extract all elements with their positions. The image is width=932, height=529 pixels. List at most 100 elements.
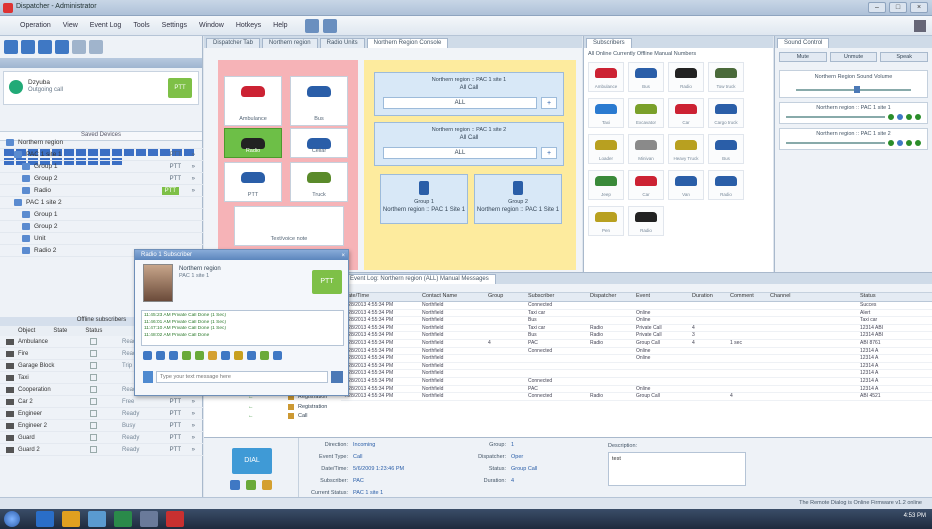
grid-icon[interactable] (323, 19, 337, 33)
ptt-button[interactable]: PTT (170, 423, 181, 429)
call-icon[interactable] (230, 480, 240, 490)
close-button[interactable]: × (910, 2, 928, 13)
subscriber-filters[interactable]: All Online Currently Offline Manual Numb… (584, 48, 773, 60)
expand-icon[interactable]: » (192, 435, 195, 441)
private-call-icon[interactable] (156, 351, 165, 360)
ptt-button[interactable]: PTT (170, 447, 181, 453)
subscriber-icon[interactable]: Bus (708, 134, 744, 164)
tree-ptt-button[interactable]: PTT (170, 176, 181, 182)
expand-icon[interactable]: » (192, 411, 195, 417)
expand-icon[interactable]: » (192, 188, 195, 194)
send-icon[interactable] (331, 371, 343, 383)
log-entry[interactable]: ← Call (204, 412, 341, 422)
call-select[interactable]: ALL (383, 147, 537, 159)
list-icon[interactable] (89, 40, 103, 54)
panel-toggle-icon[interactable] (914, 20, 926, 32)
subscriber-tile[interactable]: PTT (224, 162, 282, 202)
subscriber-icon[interactable]: Car (668, 98, 704, 128)
table-row[interactable]: 7/28/2013 4:55:34 PM Northfield PAC Online 1… (341, 386, 932, 394)
group-icon[interactable] (38, 40, 52, 54)
table-row[interactable]: 7/28/2013 4:55:34 PM Northfield Online 1231… (341, 355, 932, 363)
expand-icon[interactable]: » (192, 423, 195, 429)
headset-icon[interactable] (169, 351, 178, 360)
tab-1[interactable]: Northern region (261, 38, 318, 48)
ptt-button[interactable]: PTT (170, 399, 181, 405)
status-dot[interactable] (915, 139, 921, 146)
tree-item[interactable]: Unit (0, 233, 203, 245)
subscriber-icon[interactable]: Jeep (588, 170, 624, 200)
search-icon[interactable] (273, 351, 282, 360)
subscriber-icon[interactable]: Excavator (628, 98, 664, 128)
tree-item[interactable]: Group 1 (0, 209, 203, 221)
table-row[interactable]: 7/28/2013 4:55:34 PM Northfield Connected S… (341, 302, 932, 310)
folder-icon[interactable] (62, 511, 80, 527)
check-icon[interactable] (195, 351, 204, 360)
user-icon[interactable] (21, 40, 35, 54)
tree-ptt-button[interactable]: PTT (170, 164, 181, 170)
settings-icon[interactable] (247, 351, 256, 360)
subscriber-icon[interactable]: Tow truck (708, 62, 744, 92)
menu-item[interactable]: View (57, 16, 84, 36)
subscriber-icon[interactable]: Radio (628, 206, 664, 236)
table-row[interactable]: 7/28/2013 4:55:34 PM Northfield 4 PAC Radio G… (341, 340, 932, 348)
subscriber-tile[interactable]: Cellar (290, 128, 348, 158)
state-checkbox[interactable] (90, 374, 97, 381)
expand-icon[interactable]: » (192, 447, 195, 453)
list-item[interactable]: Engineer Ready PTT » (0, 408, 203, 420)
account-ptt-button[interactable]: PTT (168, 78, 192, 98)
sound-button[interactable]: Speak (880, 52, 929, 62)
dial-button[interactable]: DIAL (232, 448, 272, 474)
tree-item[interactable]: Group 1 PTT » (0, 161, 203, 173)
message-input[interactable] (156, 371, 328, 383)
tree-item[interactable]: Group 2 PTT » (0, 173, 203, 185)
list-item[interactable]: Engineer 2 Busy PTT » (0, 420, 203, 432)
subscriber-icon[interactable]: Car (628, 170, 664, 200)
app-icon[interactable] (114, 511, 132, 527)
volume-track[interactable] (786, 115, 885, 118)
tree-item[interactable]: Radio PTT » (0, 185, 203, 197)
tab-event-log[interactable]: Event Log: Northern region (ALL) Manual … (343, 274, 496, 284)
tree-item[interactable]: PAC 1 site 2 (0, 197, 203, 209)
users-icon[interactable] (4, 40, 18, 54)
subscriber-icon[interactable]: Van (668, 170, 704, 200)
list-item[interactable]: Guard 2 Ready PTT » (0, 444, 203, 456)
status-dot[interactable] (906, 113, 912, 120)
tab-subscribers[interactable]: Subscribers (586, 38, 632, 48)
log-entry[interactable]: ← Registration (204, 402, 341, 412)
volume-slider-knob[interactable] (853, 86, 860, 93)
group-card[interactable]: Northern region :: PAC 1 site 2 All Call A… (374, 122, 564, 166)
table-row[interactable]: 7/28/2013 4:55:34 PM Northfield Bus Online T… (341, 317, 932, 325)
menu-item[interactable]: Settings (156, 16, 193, 36)
add-icon[interactable]: + (541, 97, 557, 109)
status-dot[interactable] (906, 139, 912, 146)
tree-ptt-button[interactable]: PTT (161, 186, 179, 195)
subscriber-icon[interactable]: Taxi (588, 98, 624, 128)
list-item[interactable]: Guard Ready PTT » (0, 432, 203, 444)
table-row[interactable]: 7/28/2013 4:55:34 PM Northfield Bus Radio Pr… (341, 332, 932, 340)
state-checkbox[interactable] (90, 398, 97, 405)
table-row[interactable]: 7/28/2013 4:55:34 PM Northfield 12314 A (341, 363, 932, 371)
attach-icon[interactable] (143, 371, 153, 383)
menu-item[interactable]: Operation (14, 16, 57, 36)
tree-ptt-button[interactable]: PTT (170, 152, 181, 158)
state-checkbox[interactable] (90, 446, 97, 453)
alert-icon[interactable] (208, 351, 217, 360)
location-icon[interactable] (260, 351, 269, 360)
app-icon[interactable] (140, 511, 158, 527)
state-checkbox[interactable] (90, 434, 97, 441)
subscriber-icon[interactable]: Radio (708, 170, 744, 200)
expand-icon[interactable]: » (192, 176, 195, 182)
subscriber-tile[interactable]: Truck (290, 162, 348, 202)
status-dot[interactable] (897, 113, 903, 120)
subscriber-icon[interactable]: Minivan (628, 134, 664, 164)
media-icon[interactable] (88, 511, 106, 527)
menu-item[interactable]: Hotkeys (230, 16, 267, 36)
start-button[interactable] (4, 511, 20, 527)
list-item[interactable]: Car 2 Free PTT » (0, 396, 203, 408)
state-checkbox[interactable] (90, 338, 97, 345)
table-row[interactable]: 7/28/2013 4:55:34 PM Northfield Connected O… (341, 348, 932, 356)
subscriber-icon[interactable]: Cargo truck (708, 98, 744, 128)
message-icon[interactable] (246, 480, 256, 490)
table-row[interactable]: 7/28/2013 4:55:34 PM Northfield Connected R… (341, 393, 932, 401)
state-checkbox[interactable] (90, 362, 97, 369)
